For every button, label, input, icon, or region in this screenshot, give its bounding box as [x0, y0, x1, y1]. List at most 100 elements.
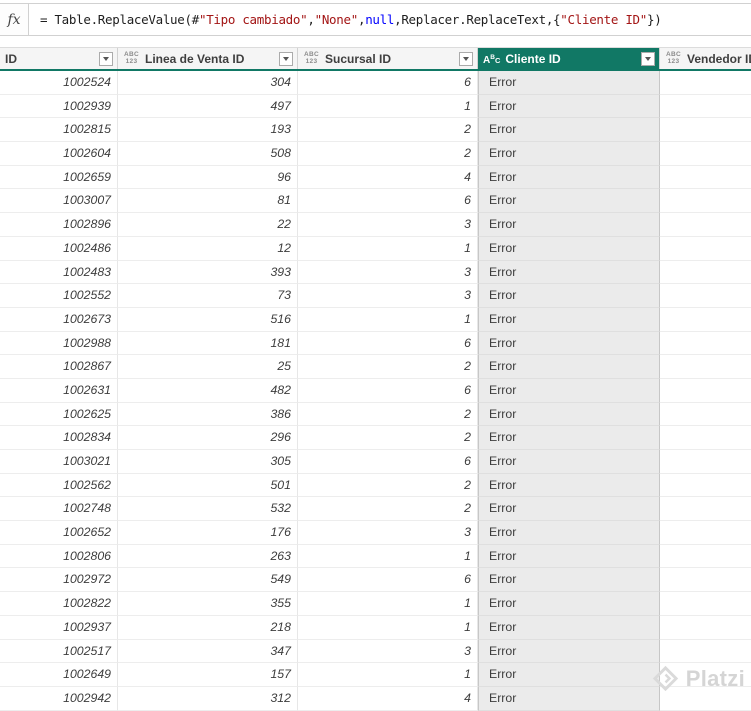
cell[interactable]: 1002552 — [0, 284, 118, 308]
cell[interactable] — [660, 142, 751, 166]
cell[interactable]: Error — [478, 402, 660, 427]
cell[interactable]: Error — [478, 592, 660, 616]
cell[interactable]: Error — [478, 94, 660, 119]
cell[interactable]: 1002937 — [0, 615, 118, 640]
cell[interactable]: 3 — [298, 260, 478, 285]
cell[interactable]: Error — [478, 497, 660, 522]
cell[interactable]: 263 — [118, 544, 298, 569]
cell[interactable]: 81 — [118, 189, 298, 214]
cell[interactable]: Error — [478, 260, 660, 285]
cell[interactable]: 1002806 — [0, 544, 118, 569]
cell[interactable]: Error — [478, 71, 660, 95]
formula-input[interactable]: = Table.ReplaceValue(# "Tipo cambiado", "N… — [29, 4, 751, 35]
cell[interactable] — [660, 166, 751, 190]
cell[interactable]: 3 — [298, 213, 478, 237]
cell[interactable] — [660, 379, 751, 403]
cell[interactable] — [660, 521, 751, 545]
cell[interactable]: Error — [478, 426, 660, 450]
cell[interactable]: 1002988 — [0, 331, 118, 356]
type-any-icon[interactable]: ABC 123 — [665, 51, 682, 65]
cell[interactable]: Error — [478, 307, 660, 332]
cell[interactable]: 12 — [118, 236, 298, 261]
cell[interactable]: 296 — [118, 426, 298, 450]
cell[interactable]: 1002631 — [0, 378, 118, 403]
cell[interactable]: Error — [478, 189, 660, 214]
cell[interactable]: 305 — [118, 450, 298, 474]
column-header-linea-de-venta-id[interactable]: ABC 123 Linea de Venta ID — [118, 48, 298, 69]
cell[interactable]: 3 — [298, 521, 478, 545]
cell[interactable]: 193 — [118, 118, 298, 143]
cell[interactable]: 1002815 — [0, 118, 118, 143]
cell[interactable] — [660, 95, 751, 119]
filter-button[interactable] — [459, 51, 473, 66]
cell[interactable]: Error — [478, 450, 660, 474]
cell[interactable]: Error — [478, 213, 660, 237]
cell[interactable]: Error — [478, 521, 660, 545]
cell[interactable]: 1002483 — [0, 260, 118, 285]
cell[interactable]: Error — [478, 331, 660, 356]
cell[interactable] — [660, 118, 751, 143]
cell[interactable]: 1 — [298, 94, 478, 119]
cell[interactable] — [660, 284, 751, 308]
cell[interactable]: 1002649 — [0, 663, 118, 687]
cell[interactable]: 1 — [298, 592, 478, 616]
cell[interactable]: Error — [478, 473, 660, 498]
cell[interactable]: 6 — [298, 331, 478, 356]
filter-button[interactable] — [99, 51, 113, 66]
cell[interactable]: 1002604 — [0, 142, 118, 166]
type-text-icon[interactable]: ABC — [483, 51, 500, 67]
type-any-icon[interactable]: ABC 123 — [123, 51, 140, 65]
cell[interactable] — [660, 189, 751, 214]
cell[interactable] — [660, 568, 751, 593]
cell[interactable]: 1 — [298, 307, 478, 332]
cell[interactable]: 1002834 — [0, 426, 118, 450]
cell[interactable]: 4 — [298, 165, 478, 190]
cell[interactable]: 1002939 — [0, 94, 118, 119]
cell[interactable]: 1002822 — [0, 592, 118, 616]
cell[interactable] — [660, 426, 751, 450]
column-header-cliente-id[interactable]: ABC Cliente ID — [478, 48, 660, 69]
cell[interactable]: 482 — [118, 378, 298, 403]
cell[interactable]: 25 — [118, 355, 298, 379]
cell[interactable]: 1002625 — [0, 402, 118, 427]
cell[interactable]: Error — [478, 355, 660, 379]
cell[interactable]: 2 — [298, 118, 478, 143]
cell[interactable]: 304 — [118, 71, 298, 95]
cell[interactable] — [660, 663, 751, 687]
cell[interactable]: Error — [478, 378, 660, 403]
filter-button[interactable] — [279, 51, 293, 66]
filter-button[interactable] — [641, 51, 655, 66]
column-header-sucursal-id[interactable]: ABC 123 Sucursal ID — [298, 48, 478, 69]
cell[interactable]: 1002942 — [0, 686, 118, 711]
cell[interactable]: Error — [478, 118, 660, 143]
cell[interactable]: 176 — [118, 521, 298, 545]
cell[interactable]: 347 — [118, 639, 298, 664]
type-any-icon[interactable]: ABC 123 — [303, 51, 320, 65]
cell[interactable] — [660, 592, 751, 616]
cell[interactable]: 6 — [298, 378, 478, 403]
cell[interactable] — [660, 403, 751, 427]
cell[interactable]: 2 — [298, 497, 478, 522]
cell[interactable]: 1003007 — [0, 189, 118, 214]
cell[interactable]: 1 — [298, 615, 478, 640]
cell[interactable]: 6 — [298, 71, 478, 95]
cell[interactable]: 6 — [298, 568, 478, 593]
cell[interactable]: 312 — [118, 686, 298, 711]
cell[interactable]: Error — [478, 639, 660, 664]
cell[interactable]: 6 — [298, 189, 478, 214]
cell[interactable]: Error — [478, 544, 660, 569]
cell[interactable]: 1002673 — [0, 307, 118, 332]
cell[interactable]: 22 — [118, 213, 298, 237]
cell[interactable]: 386 — [118, 402, 298, 427]
cell[interactable] — [660, 237, 751, 261]
cell[interactable]: 181 — [118, 331, 298, 356]
cell[interactable]: 1 — [298, 663, 478, 687]
cell[interactable]: 1 — [298, 544, 478, 569]
cell[interactable] — [660, 687, 751, 711]
cell[interactable] — [660, 545, 751, 569]
cell[interactable]: 2 — [298, 473, 478, 498]
column-header-id[interactable]: ID — [0, 48, 118, 69]
cell[interactable]: 1002972 — [0, 568, 118, 593]
cell[interactable]: Error — [478, 284, 660, 308]
cell[interactable]: 393 — [118, 260, 298, 285]
